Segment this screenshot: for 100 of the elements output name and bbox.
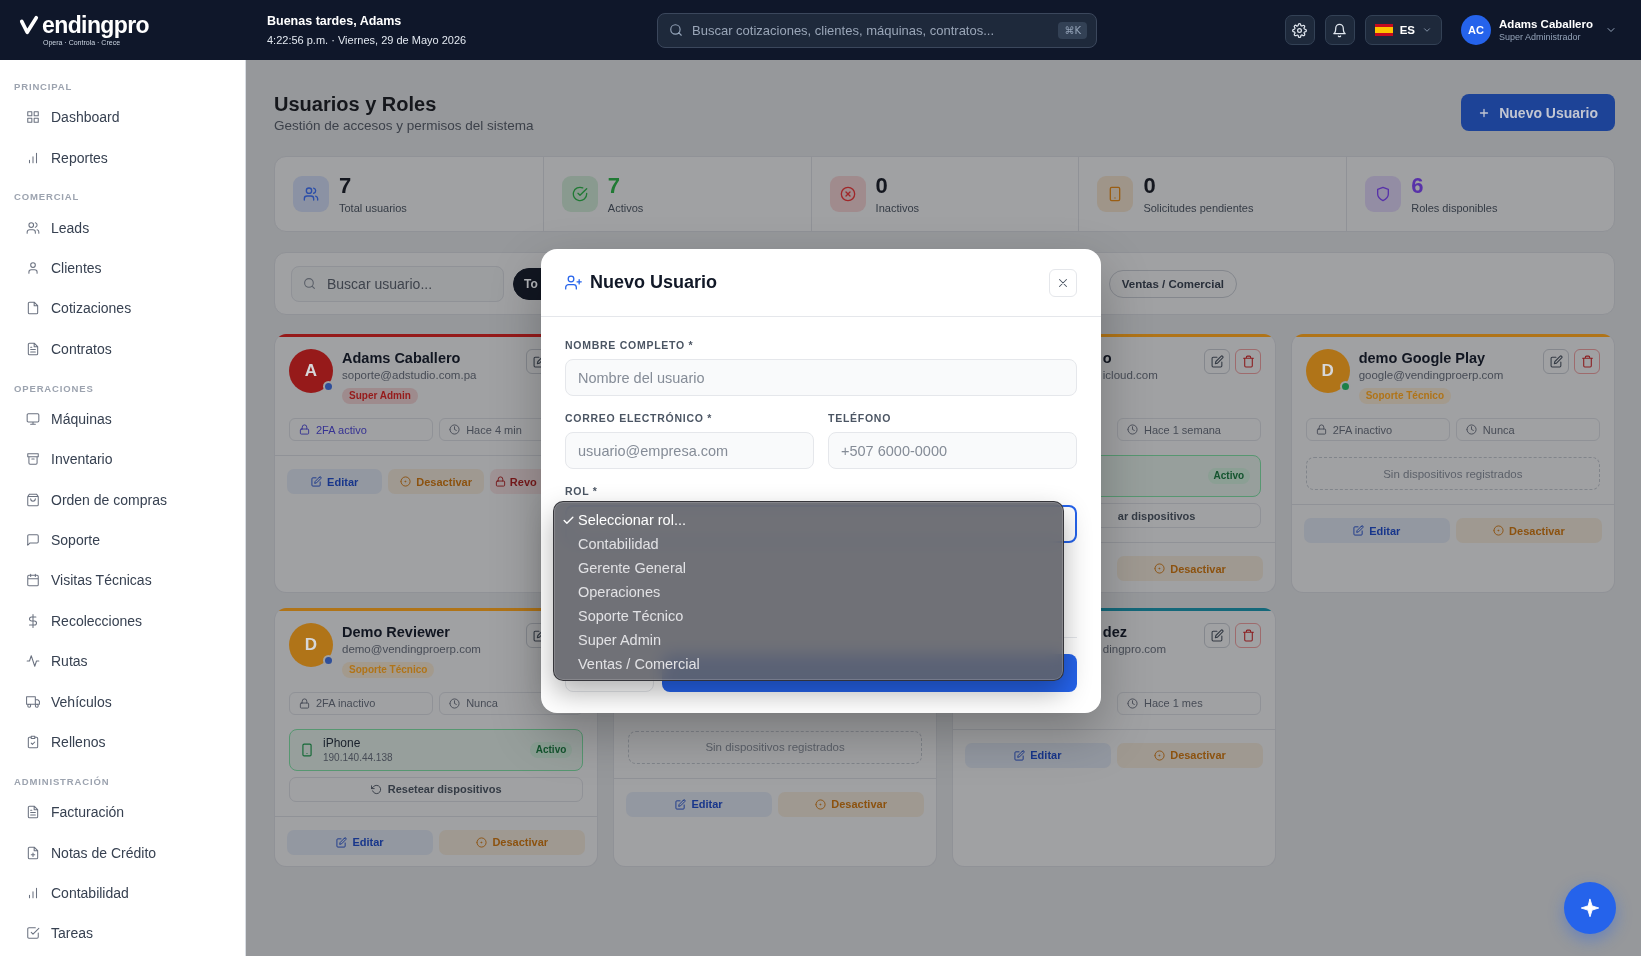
nav-item[interactable]: Soporte (0, 519, 245, 561)
plus-icon (1478, 106, 1491, 119)
lock-icon (1315, 424, 1327, 435)
logo-mark-icon (18, 15, 40, 35)
nav-item[interactable]: Reportes (0, 137, 245, 178)
grid-icon (26, 110, 40, 125)
nav-item[interactable]: Tareas (0, 913, 245, 954)
chevron-down-icon (1422, 25, 1433, 35)
search-icon (303, 277, 316, 290)
role-option[interactable]: Contabilidad (554, 532, 1063, 556)
user-name: Demo Reviewer (342, 622, 450, 641)
two-factor-label: 2FA inactivo (316, 697, 376, 710)
user-search-field[interactable]: Buscar usuario... (291, 265, 504, 302)
nav-item[interactable]: Notas de Crédito (0, 832, 245, 873)
edit-user-button[interactable]: Editar (1303, 518, 1450, 543)
nav-item[interactable]: Rutas (0, 641, 245, 682)
edit-user-button[interactable]: Editar (287, 829, 434, 855)
lock-icon (299, 697, 310, 709)
nav-section-label: COMERCIAL (13, 190, 81, 205)
user-icon (26, 261, 40, 276)
settings-icon (1292, 22, 1308, 38)
nav-item[interactable]: Contabilidad (0, 872, 245, 914)
nav-item[interactable]: Contratos (0, 328, 245, 370)
nav-section-label: OPERACIONES (13, 381, 95, 396)
brand-name: endingpro (42, 13, 150, 37)
delete-button[interactable] (1574, 349, 1600, 374)
pencil-icon (675, 798, 687, 810)
last-seen-label: Hace 1 semana (1143, 423, 1221, 436)
role-filter-chip[interactable]: Ventas / Comercial (1108, 269, 1237, 298)
pencil-icon (1210, 628, 1224, 642)
monitor-icon (26, 411, 40, 426)
bell-icon (1332, 22, 1348, 38)
dialog-title: Nuevo Usuario (590, 272, 718, 293)
reset-devices-button[interactable]: Resetear dispositivos (289, 776, 584, 802)
edit-user-button[interactable]: Editar (964, 742, 1111, 768)
role-badge: Super Admin (342, 388, 418, 404)
trash-icon (1241, 628, 1255, 642)
settings-button[interactable] (1284, 15, 1315, 45)
pencil-icon (336, 836, 348, 848)
avatar-initial: D (1321, 361, 1334, 381)
last-seen-label: Nunca (466, 697, 498, 710)
user-email: icloud.com (1102, 368, 1158, 383)
truck-icon (26, 694, 40, 709)
input-field[interactable]: +507 6000-0000 (828, 432, 1077, 469)
input-field[interactable]: Nombre del usuario (565, 359, 1077, 396)
sparkle-icon (1579, 897, 1601, 919)
role-option[interactable]: Gerente General (554, 556, 1063, 580)
delete-button[interactable] (1235, 349, 1262, 374)
nav-item[interactable]: Clientes (0, 247, 245, 289)
user-name: demo Google Play (1358, 349, 1486, 367)
role-option[interactable]: Soporte Técnico (554, 604, 1063, 628)
no-devices-note: Sin dispositivos registrados (627, 730, 923, 764)
edit-user-button[interactable]: Editar (287, 469, 383, 494)
nav-item[interactable]: Máquinas (0, 398, 245, 440)
rotate-icon (370, 783, 382, 795)
nav-item[interactable]: Orden de compras (0, 479, 245, 520)
nav-item[interactable]: Rellenos (0, 721, 245, 763)
nav-item[interactable]: Leads (0, 207, 245, 248)
delete-button[interactable] (1235, 622, 1262, 648)
nav-item[interactable]: Inventario (0, 439, 245, 480)
stat-label: Total usuarios (339, 201, 407, 215)
role-option[interactable]: Super Admin (554, 628, 1063, 652)
nav-item[interactable]: Recolecciones (0, 600, 245, 642)
user-name: o (1102, 349, 1112, 367)
pencil-icon (311, 476, 323, 487)
calendar-icon (26, 573, 40, 588)
notifications-button[interactable] (1324, 15, 1355, 45)
nav-item[interactable]: Facturación (0, 791, 245, 833)
new-user-button[interactable]: Nuevo Usuario (1461, 94, 1615, 131)
bar-chart-icon (26, 150, 40, 165)
role-option[interactable]: Ventas / Comercial (554, 652, 1063, 676)
user-avatar[interactable]: AC (1461, 15, 1492, 45)
smartphone-icon (300, 742, 314, 757)
lock-icon (494, 476, 506, 487)
dollar-icon (26, 613, 40, 628)
device-ip: 190.140.44.138 (323, 750, 393, 764)
nav-item[interactable]: Dashboard (0, 97, 245, 138)
last-seen-label: Hace 1 mes (1143, 697, 1203, 710)
nav-item[interactable]: Cotizaciones (0, 288, 245, 329)
nav-item[interactable]: Vehículos (0, 681, 245, 722)
device-status-badge: Activo (1207, 468, 1251, 484)
role-badge: Soporte Técnico (1358, 388, 1452, 404)
user-name: Adams Caballero (1499, 17, 1593, 31)
pencil-icon (1210, 355, 1224, 368)
input-field[interactable]: usuario@empresa.com (565, 432, 814, 469)
user-email: google@vendingproerp.com (1358, 368, 1504, 383)
stat-value: 7 (607, 173, 622, 199)
file-icon (26, 301, 40, 316)
lock-icon (299, 424, 310, 435)
nav-item[interactable]: Visitas Técnicas (0, 560, 245, 601)
language-selector[interactable]: ES (1364, 15, 1443, 45)
role-option[interactable]: Operaciones (554, 580, 1063, 604)
user-role: Super Administrador (1499, 31, 1582, 43)
page-subtitle: Gestión de accesos y permisos del sistema (274, 117, 534, 135)
last-seen-label: Nunca (1482, 423, 1515, 436)
users-icon (26, 220, 40, 235)
no-devices-note: Sin dispositivos registrados (1305, 457, 1600, 490)
date-time-text: 4:22:56 p.m. · Viernes, 29 de Mayo 2026 (267, 32, 468, 47)
edit-user-button[interactable]: Editar (625, 791, 773, 817)
trash-icon (1241, 355, 1255, 368)
